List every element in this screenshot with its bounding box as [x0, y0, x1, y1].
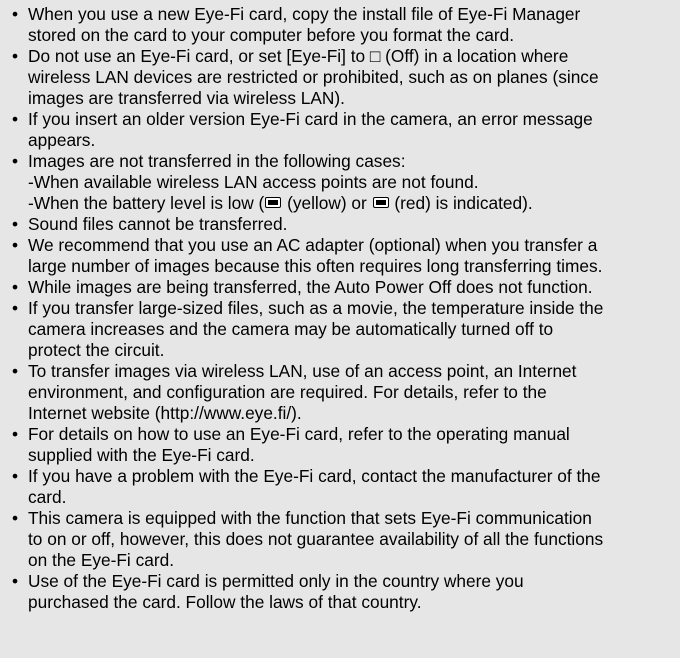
note-item: • Use of the Eye-Fi card is permitted onl… — [6, 571, 670, 613]
bullet-icon: • — [11, 466, 19, 486]
bullet-icon: • — [11, 235, 19, 255]
note-item: • Do not use an Eye-Fi card, or set [Eye-… — [6, 46, 670, 109]
note-line: When you use a new Eye-Fi card, copy the… — [28, 4, 581, 24]
note-line: card. — [28, 487, 67, 507]
bullet-icon: • — [11, 298, 19, 318]
bullet-icon: • — [11, 571, 19, 591]
battery-low-icon — [265, 197, 282, 208]
note-line: protect the circuit. — [28, 340, 165, 360]
note-line: purchased the card. Follow the laws of t… — [28, 592, 422, 612]
bullet-icon: • — [11, 151, 19, 171]
note-item: • Images are not transferred in the follo… — [6, 151, 670, 214]
note-line: wireless LAN devices are restricted or p… — [28, 67, 599, 87]
battery-low-icon — [372, 197, 389, 208]
note-item: • This camera is equipped with the functi… — [6, 508, 670, 571]
note-line: Do not use an Eye-Fi card, or set [Eye-F… — [28, 46, 569, 66]
note-item: • If you insert an older version Eye-Fi c… — [6, 109, 670, 151]
note-line: This camera is equipped with the functio… — [28, 508, 592, 528]
note-line: camera increases and the camera may be a… — [28, 319, 554, 339]
note-item: • We recommend that you use an AC adapter… — [6, 235, 670, 277]
note-line: large number of images because this ofte… — [28, 256, 603, 276]
note-line: If you insert an older version Eye-Fi ca… — [28, 109, 593, 129]
note-line: For details on how to use an Eye-Fi card… — [28, 424, 570, 444]
bullet-icon: • — [11, 4, 19, 24]
note-item: • To transfer images via wireless LAN, us… — [6, 361, 670, 424]
note-line: While images are being transferred, the … — [28, 277, 593, 297]
note-line: appears. — [28, 130, 96, 150]
battery-text-before: -When the battery level is low ( — [28, 193, 265, 213]
note-line: supplied with the Eye-Fi card. — [28, 445, 255, 465]
notes-list: • When you use a new Eye-Fi card, copy th… — [6, 4, 670, 613]
notes-panel: • When you use a new Eye-Fi card, copy th… — [0, 0, 680, 658]
note-line: Images are not transferred in the follow… — [28, 151, 406, 171]
note-item: • For details on how to use an Eye-Fi car… — [6, 424, 670, 466]
note-line: to on or off, however, this does not gua… — [28, 529, 604, 549]
note-line: Use of the Eye-Fi card is permitted only… — [28, 571, 524, 591]
bullet-icon: • — [11, 109, 19, 129]
bullet-icon: • — [11, 424, 19, 444]
note-line: If you have a problem with the Eye-Fi ca… — [28, 466, 601, 486]
note-line: We recommend that you use an AC adapter … — [28, 235, 598, 255]
bullet-icon: • — [11, 508, 19, 528]
note-line: Internet website (http://www.eye.fi/). — [28, 403, 302, 423]
note-line: on the Eye-Fi card. — [28, 550, 174, 570]
note-item: • While images are being transferred, the… — [6, 277, 670, 298]
battery-text-after: (red) is indicated). — [389, 193, 533, 213]
bullet-icon: • — [11, 277, 19, 297]
bullet-icon: • — [11, 214, 19, 234]
note-line: environment, and configuration are requi… — [28, 382, 547, 402]
bullet-icon: • — [11, 361, 19, 381]
note-line: stored on the card to your computer befo… — [28, 25, 515, 45]
note-line: If you transfer large-sized files, such … — [28, 298, 604, 318]
note-line: images are transferred via wireless LAN)… — [28, 88, 345, 108]
note-item: • If you have a problem with the Eye-Fi c… — [6, 466, 670, 508]
note-item: • When you use a new Eye-Fi card, copy th… — [6, 4, 670, 46]
note-line: -When available wireless LAN access poin… — [28, 172, 479, 192]
note-line-battery: -When the battery level is low ( (yellow… — [28, 193, 670, 214]
note-item: • Sound files cannot be transferred. — [6, 214, 670, 235]
battery-text-middle: (yellow) or — [282, 193, 372, 213]
bullet-icon: • — [11, 46, 19, 66]
note-line: To transfer images via wireless LAN, use… — [28, 361, 577, 381]
note-item: • If you transfer large-sized files, such… — [6, 298, 670, 361]
note-line: Sound files cannot be transferred. — [28, 214, 288, 234]
